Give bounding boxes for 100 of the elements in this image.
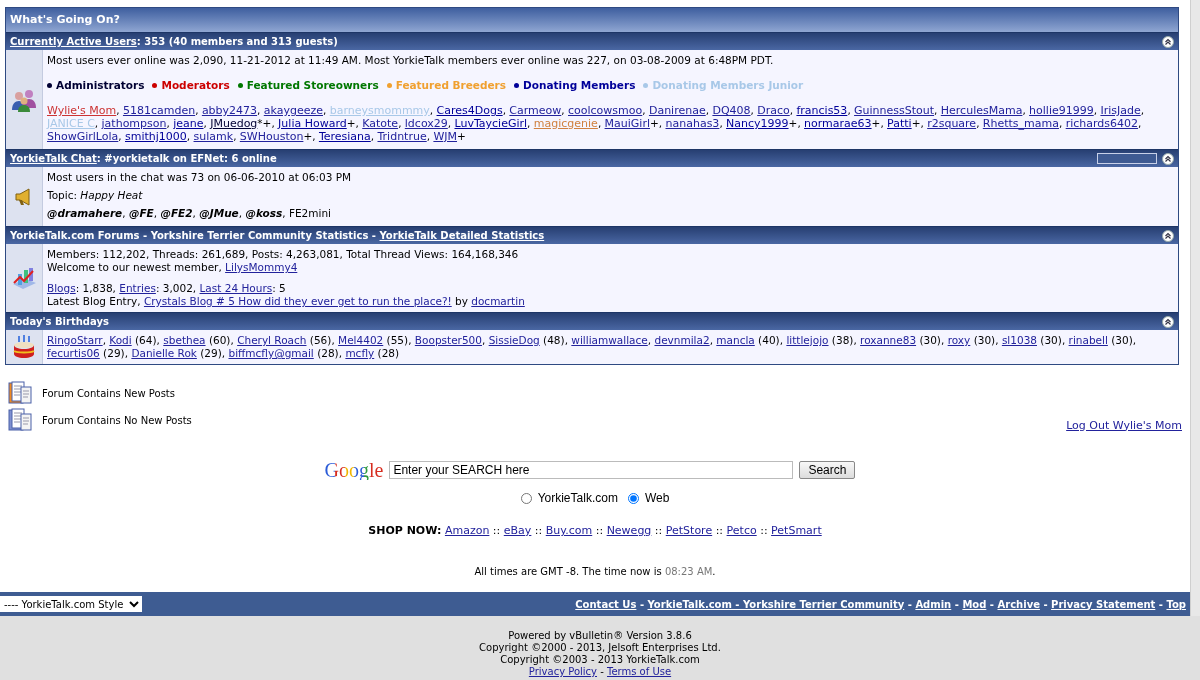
user-link[interactable]: Danirenae [648, 104, 706, 117]
topic-name: Happy Heat [80, 189, 143, 201]
user-link[interactable]: Teresiana [318, 130, 371, 143]
user-link[interactable]: sl1038 [1001, 334, 1037, 346]
legend-label: Administrators [56, 79, 145, 92]
user-link[interactable]: LuvTaycieGirl [454, 117, 528, 130]
user-link[interactable]: Kodi [109, 334, 132, 346]
user-link[interactable]: williamwallace [571, 334, 648, 346]
user-link[interactable]: hollie91999 [1029, 104, 1094, 117]
user-link[interactable]: mcfly [345, 347, 375, 359]
chat-user: @FE2 [160, 207, 193, 219]
user-link[interactable]: jathompson [101, 117, 167, 130]
shop-link[interactable]: PetStore [665, 524, 713, 537]
shop-links: SHOP NOW: Amazon :: eBay :: Buy.com :: Newegg :: PetStore :: Petco :: PetSmart [367, 523, 823, 539]
policy-link[interactable]: Terms of Use [607, 666, 672, 677]
user-link[interactable]: Mel4402 [338, 334, 384, 346]
user-link[interactable]: devnmila2 [654, 334, 710, 346]
legend-label: Featured Storeowners [246, 79, 379, 92]
user-link[interactable]: Cares4Dogs [436, 104, 503, 117]
shop-link[interactable]: Petco [726, 524, 757, 537]
user-link[interactable]: sbethea [163, 334, 206, 346]
user-link[interactable]: Rhetts_mama [982, 117, 1059, 130]
user-link[interactable]: roxy [947, 334, 971, 346]
user-link[interactable]: mancla [716, 334, 755, 346]
user-link[interactable]: r2square [927, 117, 977, 130]
user-link[interactable]: smithj1000 [125, 130, 187, 143]
user-link[interactable]: JMuedog [210, 117, 258, 130]
user-link[interactable]: Katote [362, 117, 399, 130]
stats-link[interactable]: docmartin [471, 295, 525, 307]
stats-link[interactable]: Blogs [47, 282, 76, 294]
user-link[interactable]: roxanne83 [860, 334, 917, 346]
footer-link[interactable]: YorkieTalk.com - Yorkshire Terrier Community [647, 598, 905, 610]
section-link[interactable]: YorkieTalk Chat [10, 153, 97, 164]
user-link[interactable]: jeane [173, 117, 204, 130]
birthday-list: RingoStarr, Kodi (64), sbethea (60), Cheryl Roach (56), Mel4402 (55), Boopster500, SissieDog (48), williamwallace, devnmila2, mancla (40), littlejojo (38), roxanne83 (30), roxy (30), sl1038 (30), rinabell (30), fecurtis06 (29), Danielle Rok (29), biffmcfly@gmail (28), mcfly (28) [47, 334, 1174, 360]
collapse-icon[interactable] [1162, 315, 1174, 328]
record-text: Most users in the chat was 73 on 06-06-2010 at 06:03 PM [47, 171, 353, 184]
user-link[interactable]: rinabell [1068, 334, 1108, 346]
chat-input-field[interactable] [1097, 153, 1157, 164]
shop-link[interactable]: Amazon [444, 524, 490, 537]
shop-link[interactable]: Buy.com [545, 524, 593, 537]
search-field[interactable]: Enter your SEARCH here [389, 461, 794, 479]
user-link[interactable]: IrisJade [1100, 104, 1141, 117]
user-link[interactable]: RingoStarr [47, 334, 103, 346]
user-list: Wylie's Mom, 5181camden, abby2473, akaygeeze, barneysmommmy, Cares4Dogs, Carmeow, coolcowsmoo, Danirenae, DQ408, Draco, francis53, GuinnessStout, HerculesMama, hollie91999, IrisJade, JANICE C, jathompson, jeane, JMuedog*+, Julia Howard+, Katote, ldcox29, LuvTaycieGirl, magicgenie, MauiGirl+, nanahas3, Nancy1999+, normarae63+, Patti+, r2square, Rhetts_mama, richards6402, ShowGirlLola, smithj1000, sulamk, SWHouston+, Teresiana, Tridntrue, WJM+ [47, 104, 1174, 143]
cake-icon [12, 334, 36, 360]
search-button[interactable]: Search [799, 461, 856, 479]
legend-label: Featured Breeders [395, 79, 507, 92]
user-link[interactable]: Tridntrue [377, 130, 427, 143]
footer-link[interactable]: Top [1166, 598, 1186, 610]
policy-link[interactable]: Privacy Policy [528, 666, 597, 677]
footer-link[interactable]: Contact Us [575, 598, 637, 610]
user-link[interactable]: richards6402 [1065, 117, 1139, 130]
shop-link[interactable]: eBay [503, 524, 532, 537]
user-link[interactable]: Nancy1999 [726, 117, 789, 130]
scrollbar[interactable] [1190, 0, 1200, 616]
user-link[interactable]: biffmcfly@gmail [228, 347, 314, 359]
user-link[interactable]: Draco [757, 104, 790, 117]
user-link[interactable]: normarae63 [804, 117, 872, 130]
user-link[interactable]: ldcox29 [404, 117, 448, 130]
user-link[interactable]: abby2473 [201, 104, 258, 117]
user-link[interactable]: akaygeeze [263, 104, 323, 117]
radio-label: YorkieTalk.com [537, 490, 618, 507]
shop-link[interactable]: PetSmart [771, 524, 822, 537]
shop-link[interactable]: Newegg [606, 524, 652, 537]
stats-link[interactable]: LilysMommy4 [225, 261, 298, 273]
user-link[interactable]: SissieDog [488, 334, 540, 346]
collapse-icon[interactable] [1162, 152, 1174, 165]
policy-links: Privacy Policy - Terms of Use [528, 666, 672, 678]
style-select[interactable]: ---- YorkieTalk.com Style [0, 596, 142, 612]
section-link[interactable]: Currently Active Users [10, 36, 137, 47]
user-link[interactable]: Boopster500 [414, 334, 482, 346]
footer-link[interactable]: Admin [915, 598, 952, 610]
google-logo: Google [324, 460, 384, 480]
collapse-icon[interactable] [1162, 35, 1174, 48]
credit-text: Powered by vBulletin® Version 3.8.6 [508, 630, 692, 642]
footer-link[interactable]: Archive [997, 598, 1040, 610]
footer-link[interactable]: Privacy Statement [1051, 598, 1156, 610]
user-link[interactable]: Carmeow [509, 104, 562, 117]
radio-button[interactable] [520, 492, 532, 504]
forum-document-icon [8, 381, 32, 405]
user-link[interactable]: Danielle Rok [131, 347, 197, 359]
footer-link[interactable]: Mod [962, 598, 987, 610]
user-link[interactable]: littlejojo [786, 334, 829, 346]
user-link[interactable]: MauiGirl [604, 117, 650, 130]
user-link[interactable]: Cheryl Roach [237, 334, 307, 346]
user-link[interactable]: WJM [433, 130, 457, 143]
user-link[interactable]: fecurtis06 [47, 347, 100, 359]
logout-link[interactable]: Log Out Wylie's Mom [1066, 417, 1182, 434]
user-link[interactable]: Julia Howard [278, 117, 347, 130]
chat-user: FE2mini [288, 207, 331, 219]
radio-button[interactable] [627, 492, 639, 504]
user-link[interactable]: SWHouston [239, 130, 304, 143]
section-link[interactable]: YorkieTalk Detailed Statistics [379, 230, 545, 241]
stats-link[interactable]: Entries [119, 282, 156, 294]
user-link[interactable]: Patti [887, 117, 912, 130]
user-link[interactable]: DQ408 [712, 104, 751, 117]
collapse-icon[interactable] [1162, 229, 1174, 242]
stats-link[interactable]: Crystals Blog # 5 How did they ever get to run the place?! [143, 295, 452, 307]
users-icon [11, 87, 37, 112]
